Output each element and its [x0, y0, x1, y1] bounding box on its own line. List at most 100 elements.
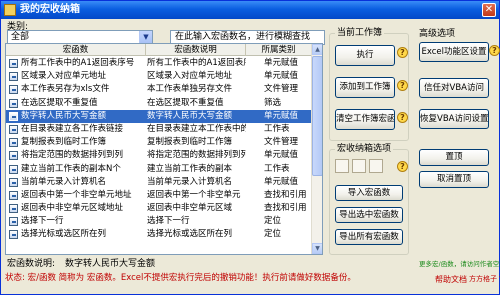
column-header-description[interactable]: 宏函数说明 — [146, 44, 246, 56]
author-version: 方方格子 V1.0 — [469, 275, 500, 283]
app-window: 我的宏收纳箱 ✕ 类别: 全部 ▼ 在此输入宏函数名，进行模糊查找 宏函数 宏函… — [0, 0, 500, 295]
close-button[interactable]: ✕ — [482, 3, 496, 17]
column-header-macro[interactable]: 宏函数 — [6, 44, 146, 56]
execute-label: 执行 — [356, 50, 374, 60]
cell-macro-text: 在选区提取不重复值 — [21, 97, 98, 108]
cell-category: 文件管理 — [264, 137, 299, 148]
cell-macro-text: 返回表中非空单元区域地址 — [21, 203, 124, 214]
table-row[interactable]: 返回表中非空单元区域地址 返回表中非空单元区域 查找和引用 — [6, 202, 312, 215]
cell-macro-text: 当前单元录入计算机名 — [21, 176, 107, 187]
scroll-thumb[interactable] — [312, 56, 322, 176]
macro-icon — [9, 217, 18, 227]
column-header-category[interactable]: 所属类别 — [246, 44, 312, 56]
export-all-label: 导出所有宏函数 — [339, 232, 399, 242]
macro-table[interactable]: 宏函数 宏函数说明 所属类别 所有工作表中的A1返回表序号 所有工作表中的A1返回… — [5, 43, 323, 255]
help-icon[interactable]: ? — [397, 47, 408, 58]
unpin-button[interactable]: 取消置顶 — [419, 171, 489, 188]
restore-vba-button[interactable]: 恢复VBA访问设置 — [419, 109, 489, 129]
help-icon[interactable]: ? — [397, 112, 408, 123]
cell-description: 将指定范围的数据排列到列 — [147, 150, 246, 161]
macro-icon — [9, 85, 18, 95]
trust-vba-button[interactable]: 信任对VBA访问 — [419, 78, 489, 98]
clear-macros-button[interactable]: 清空工作簿宏函数 — [335, 109, 395, 130]
more-macros-link[interactable]: 更多宏/函数，请访问作者空间 — [419, 258, 500, 268]
cell-description: 返回表中非空单元区域 — [147, 203, 233, 214]
cell-category: 查找和引用 — [264, 189, 307, 200]
table-body: 所有工作表中的A1返回表序号所有工作表中的A1返回表序号单元赋值区域录入对应单元… — [6, 57, 312, 242]
cell-macro-text: 返回表中第一个非空单元地址 — [21, 189, 132, 200]
table-row[interactable]: 建立当前工作表的副本N个 建立当前工作表的副本 工作表 — [6, 163, 312, 176]
window-title: 我的宏收纳箱 — [20, 4, 80, 15]
cell-macro-text: 数字转人民币大写金额 — [21, 110, 107, 121]
excel-settings-label: Excel功能区设置 — [421, 47, 487, 57]
cell-category: 单元赋值 — [264, 71, 299, 82]
macro-icon — [9, 151, 18, 161]
macro-icon — [9, 190, 18, 200]
cell-description: 在目录表建立本工作表中的链接 — [147, 123, 246, 134]
help-icon[interactable]: ? — [397, 161, 408, 172]
cell-description: 返回表中第一个非空单元 — [147, 189, 241, 200]
cell-macro-text: 本工作表另存为xls文件 — [21, 84, 110, 95]
add-to-workbook-button[interactable]: 添加到工作簿 — [335, 77, 395, 98]
cell-macro-text: 选择光标或选区所在列 — [21, 229, 107, 240]
cell-macro-text: 在目录表建立各工作表链接 — [21, 123, 124, 134]
table-row[interactable]: 区域录入对应单元地址 区域录入对应单元地址 单元赋值 — [6, 70, 312, 83]
table-row[interactable]: 返回表中第一个非空单元地址 返回表中第一个非空单元 查找和引用 — [6, 189, 312, 202]
advanced-title: 高级选项 — [419, 29, 456, 39]
status-text: 宏/函数 简称为 宏函数。Excel不提供宏执行完后的撤销功能！执行前请做好数据… — [27, 273, 356, 283]
cell-category: 筛选 — [264, 97, 282, 108]
table-row[interactable]: 在目录表建立各工作表链接 在目录表建立本工作表中的链接 工作表 — [6, 123, 312, 136]
cell-macro: 本工作表另存为xls文件 — [6, 83, 146, 96]
unpin-label: 取消置顶 — [436, 174, 471, 184]
table-row[interactable]: 在选区提取不重复值 在选区提取不重复值 筛选 — [6, 97, 312, 110]
help-doc-link[interactable]: 帮助文档 — [435, 274, 467, 285]
cell-macro-text: 选择下一行 — [21, 216, 64, 227]
scroll-down-icon[interactable]: ▼ — [312, 243, 322, 254]
cell-category: 单元赋值 — [264, 176, 299, 187]
cell-macro-text: 将指定范围的数据排列到列 — [21, 150, 124, 161]
close-icon: ✕ — [484, 4, 494, 15]
import-macros-button[interactable]: 导入宏函数 — [335, 185, 403, 201]
macro-box-title: 宏收纳箱选项 — [335, 143, 394, 155]
help-icon[interactable]: ? — [489, 45, 500, 56]
table-row[interactable]: 当前单元录入计算机名 当前单元录入计算机名 单元赋值 — [6, 176, 312, 189]
macro-icon — [9, 204, 18, 214]
export-selected-button[interactable]: 导出选中宏函数 — [335, 207, 403, 223]
table-row[interactable]: 所有工作表中的A1返回表序号 所有工作表中的A1返回表序号 单元赋值 — [6, 57, 312, 70]
table-row[interactable]: 数字转人民币大写金额 数字转人民币大写金额 单元赋值 — [6, 109, 312, 123]
cell-category: 工作表 — [264, 123, 290, 134]
table-row[interactable]: 本工作表另存为xls文件 本工作表单独另存文件 文件管理 — [6, 83, 312, 96]
cell-macro: 将指定范围的数据排列到列 — [6, 149, 146, 162]
cell-description: 本工作表单独另存文件 — [147, 84, 233, 95]
cell-description: 所有工作表中的A1返回表序号 — [147, 58, 246, 68]
table-header: 宏函数 宏函数说明 所属类别 — [6, 44, 312, 56]
category-value: 全部 — [11, 32, 30, 42]
macro-icon — [9, 124, 18, 134]
cell-category: 定位 — [264, 229, 282, 240]
table-row[interactable]: 选择光标或选区所在列 选择光标或选区所在列 定位 — [6, 228, 312, 241]
cell-macro-text: 建立当前工作表的副本N个 — [21, 163, 121, 174]
vertical-scrollbar[interactable]: ▲ ▼ — [311, 44, 322, 254]
cell-category: 工作表 — [264, 163, 290, 174]
macro-icon — [9, 59, 18, 68]
table-row[interactable]: 复制报表到临时工作簿 复制报表到临时工作簿 文件管理 — [6, 136, 312, 149]
app-icon — [4, 4, 16, 16]
excel-settings-button[interactable]: Excel功能区设置 — [419, 42, 489, 62]
cell-macro-text: 所有工作表中的A1返回表序号 — [21, 58, 135, 68]
table-row[interactable]: 选择下一行 选择下一行 定位 — [6, 215, 312, 228]
macro-icon — [9, 177, 18, 187]
table-row[interactable]: 将指定范围的数据排列到列 将指定范围的数据排列到列 单元赋值 — [6, 149, 312, 162]
execute-button[interactable]: 执行 — [335, 45, 395, 66]
delete-macro-icon[interactable] — [369, 159, 383, 173]
scroll-up-icon[interactable]: ▲ — [312, 44, 322, 55]
pin-button[interactable]: 置顶 — [419, 149, 489, 166]
help-icon[interactable]: ? — [397, 80, 408, 91]
export-all-button[interactable]: 导出所有宏函数 — [335, 229, 403, 245]
cell-macro: 选择下一行 — [6, 215, 146, 228]
edit-macro-icon[interactable] — [352, 159, 366, 173]
new-macro-icon[interactable] — [335, 159, 349, 173]
cell-macro-text: 复制报表到临时工作簿 — [21, 137, 107, 148]
cell-category: 单元赋值 — [264, 150, 299, 161]
macro-icon — [9, 138, 18, 148]
cell-macro: 复制报表到临时工作簿 — [6, 136, 146, 149]
